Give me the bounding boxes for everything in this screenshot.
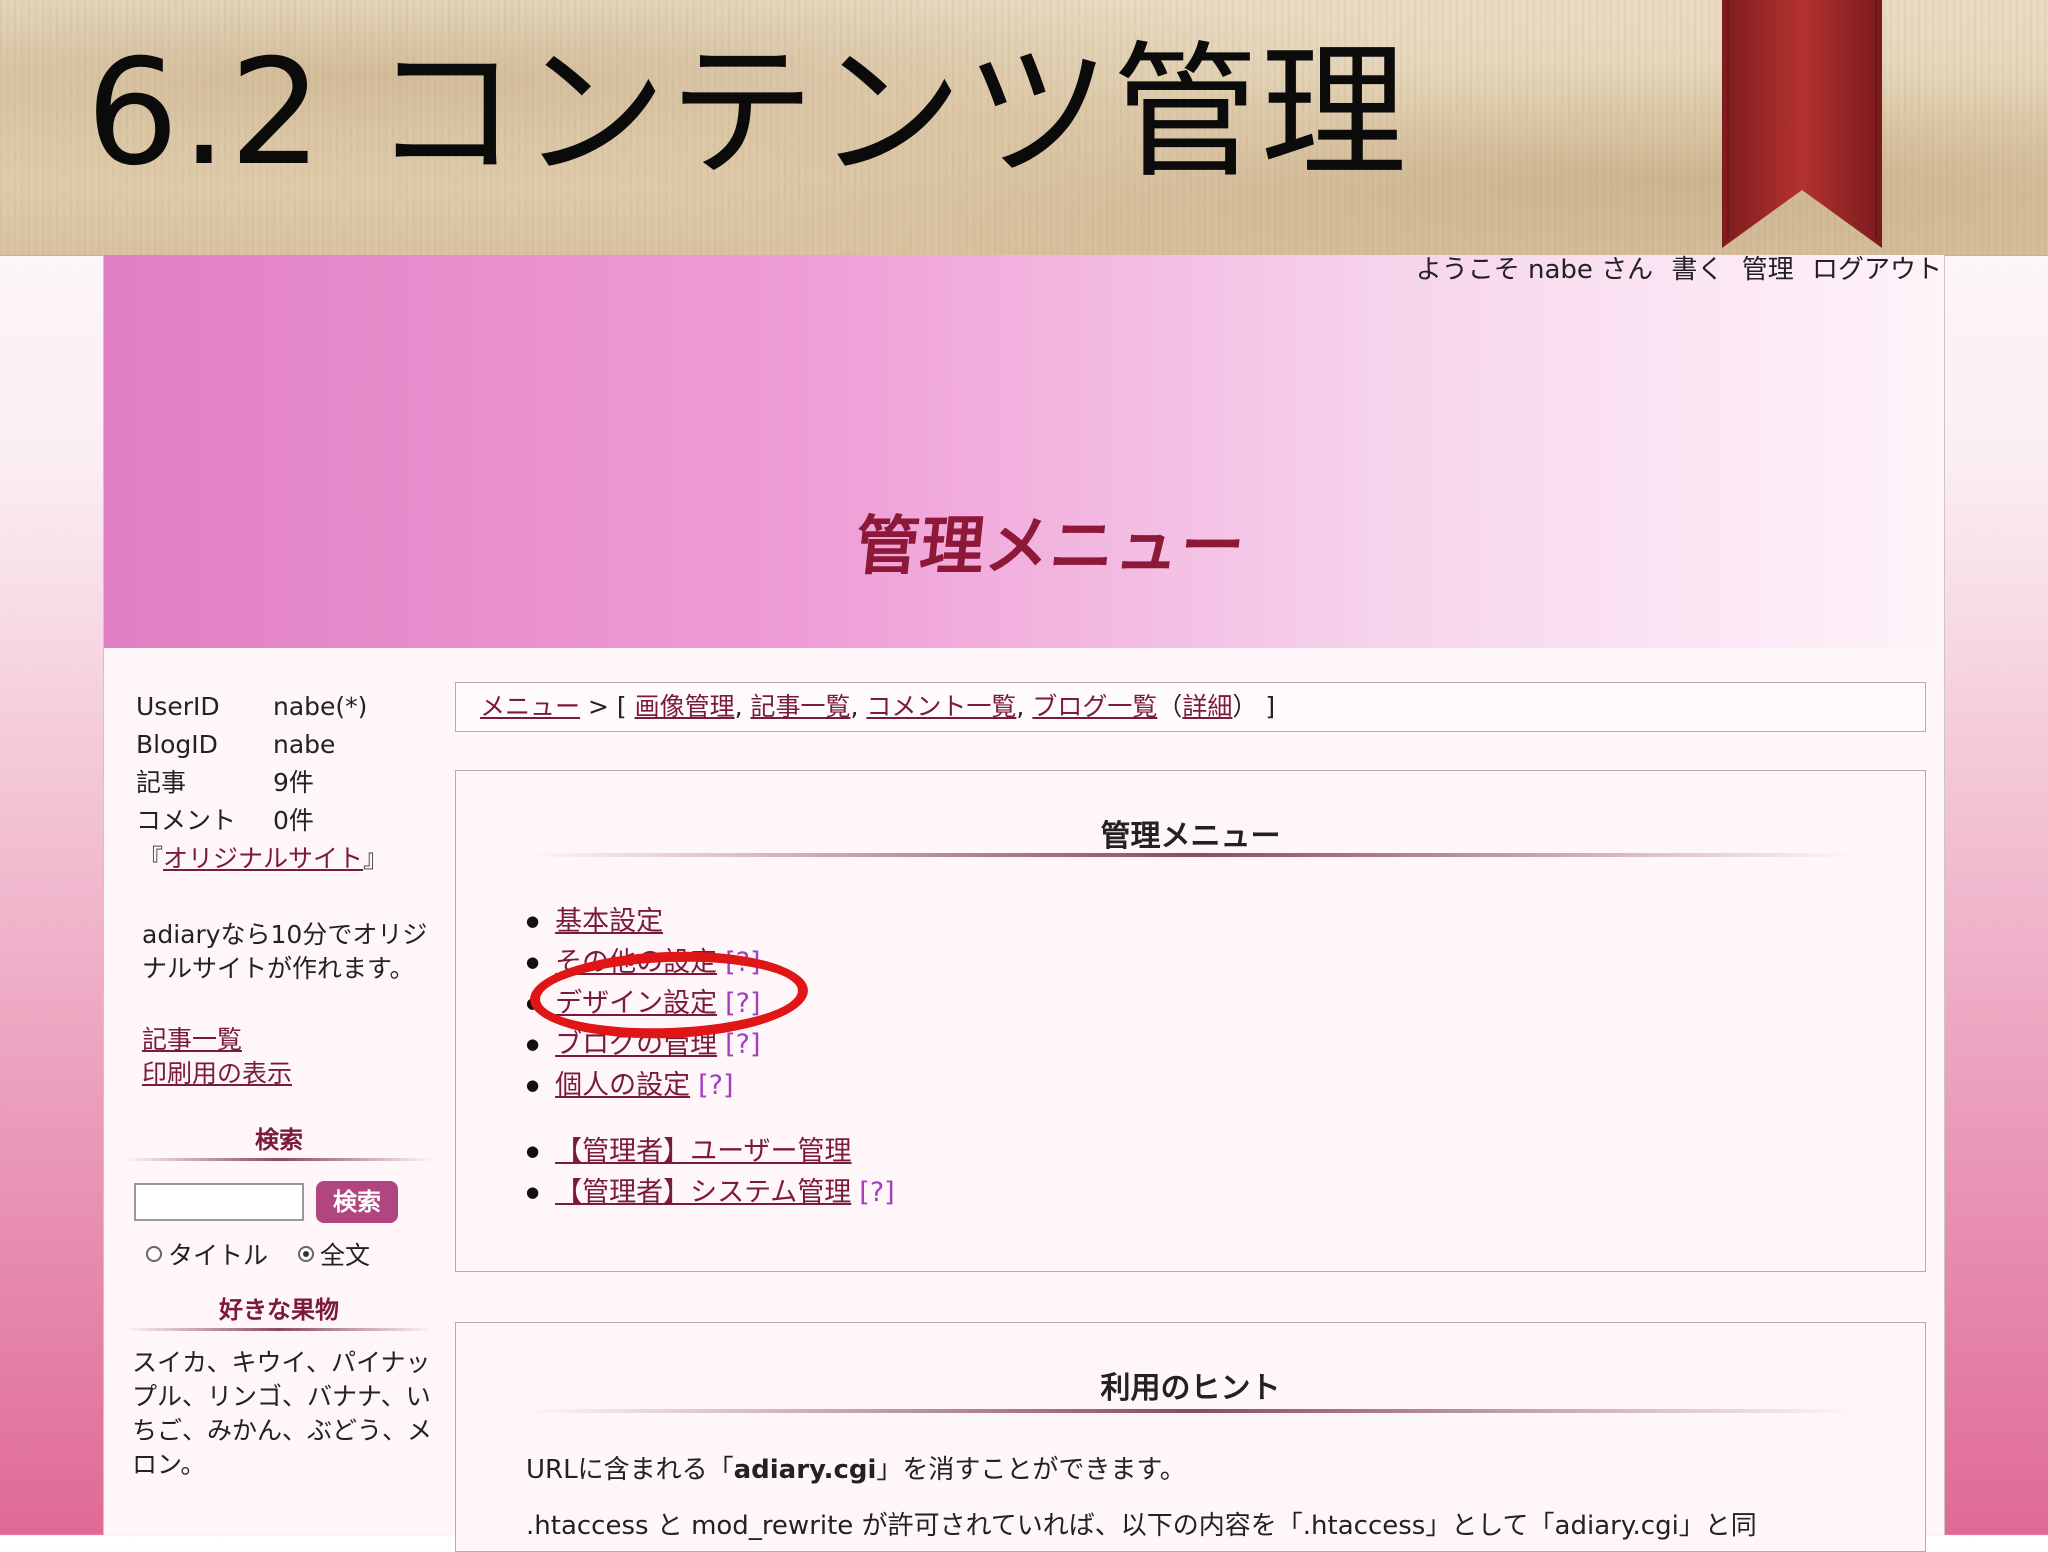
profile-row: 記事 9件: [136, 764, 367, 802]
image-manage-link[interactable]: 画像管理: [635, 692, 735, 721]
profile-key: コメント: [136, 806, 237, 835]
radio-icon[interactable]: [146, 1246, 162, 1262]
welcome-text: ようこそ nabe さん: [1415, 255, 1654, 285]
help-link[interactable]: [?]: [859, 1172, 894, 1213]
basic-settings-link[interactable]: 基本設定: [555, 901, 663, 942]
breadcrumb: メニュー > [ 画像管理, 記事一覧, コメント一覧, ブログ一覧（詳細） ]: [455, 682, 1926, 732]
profile-row: BlogID nabe: [136, 726, 367, 764]
personal-settings-link[interactable]: 個人の設定: [555, 1065, 690, 1106]
breadcrumb-end: ]: [1257, 692, 1276, 721]
radio-fulltext-label: 全文: [320, 1241, 371, 1270]
quote-close: 』: [363, 844, 389, 873]
fruits-text: スイカ、キウイ、パイナップル、リンゴ、バナナ、いちご、みかん、ぶどう、メロン。: [132, 1348, 433, 1479]
comment-list-link[interactable]: コメント一覧: [866, 692, 1016, 721]
profile-value: 9件: [273, 768, 314, 797]
radio-fulltext[interactable]: 全文: [298, 1236, 370, 1272]
system-admin-link[interactable]: 【管理者】システム管理: [555, 1172, 851, 1213]
user-nav: ようこそ nabe さん 書く 管理 ログアウト: [1406, 255, 1942, 285]
profile-table: UserID nabe(*) BlogID nabe 記事 9件 コメント 0件: [136, 688, 367, 840]
profile-value: nabe(*): [273, 692, 368, 721]
radio-selected-icon[interactable]: [298, 1246, 315, 1262]
menu-item-system-admin: 【管理者】システム管理[?]: [526, 1172, 895, 1213]
manage-link[interactable]: 管理: [1742, 255, 1794, 285]
detail-link[interactable]: 詳細: [1182, 692, 1232, 721]
search-button[interactable]: 検索: [316, 1181, 398, 1223]
promo-text: adiaryなら10分でオリジナルサイトが作れます。: [142, 920, 428, 983]
hint-line-2: .htaccess と mod_rewrite が許可されていれば、以下の内容を…: [526, 1511, 1757, 1541]
hint-bold: adiary.cgi: [733, 1455, 877, 1485]
blog-banner: ようこそ nabe さん 書く 管理 ログアウト 管理メニュー: [104, 255, 1944, 648]
bookmark-ribbon-icon: [1722, 0, 1882, 248]
side-links: 記事一覧 印刷用の表示: [142, 1023, 292, 1091]
search-input[interactable]: [134, 1183, 304, 1221]
write-link[interactable]: 書く: [1671, 255, 1723, 285]
print-view-link[interactable]: 印刷用の表示: [142, 1059, 292, 1088]
admin-only-list: 【管理者】ユーザー管理 【管理者】システム管理[?]: [526, 1131, 895, 1213]
slide-title: 6.2 コンテンツ管理: [86, 28, 1409, 198]
help-link[interactable]: [?]: [698, 1065, 733, 1106]
original-site-link[interactable]: オリジナルサイト: [163, 844, 363, 873]
profile-key: BlogID: [136, 730, 218, 759]
menu-item-user-admin: 【管理者】ユーザー管理: [526, 1131, 895, 1172]
profile-key: UserID: [136, 692, 220, 721]
search-mode: タイトル 全文: [146, 1236, 370, 1272]
menu-item-personal: 個人の設定[?]: [526, 1065, 761, 1106]
user-admin-link[interactable]: 【管理者】ユーザー管理: [555, 1131, 851, 1172]
original-site: 『オリジナルサイト』: [138, 840, 388, 878]
article-list-link[interactable]: 記事一覧: [142, 1025, 242, 1054]
breadcrumb-menu-link[interactable]: メニュー: [480, 692, 580, 721]
fruits-heading: 好きな果物: [124, 1293, 434, 1331]
radio-title-label: タイトル: [168, 1241, 269, 1270]
menu-item-basic: 基本設定: [526, 901, 761, 942]
profile-row: コメント 0件: [136, 802, 367, 840]
radio-title[interactable]: タイトル: [146, 1236, 268, 1272]
hints-panel-title: 利用のヒント: [1100, 1371, 1281, 1406]
profile-row: UserID nabe(*): [136, 688, 367, 726]
profile-key: 記事: [136, 768, 187, 797]
quote-open: 『: [138, 844, 164, 873]
admin-panel-title: 管理メニュー: [1100, 819, 1281, 854]
panel-divider: [526, 1409, 1856, 1413]
search-heading: 検索: [124, 1123, 434, 1161]
profile-value: 0件: [273, 806, 314, 835]
slide-header: 6.2 コンテンツ管理: [0, 0, 2048, 256]
article-list-link[interactable]: 記事一覧: [750, 692, 850, 721]
profile-value: nabe: [273, 730, 336, 759]
hint-text: 」を消すことができます。: [876, 1455, 1186, 1485]
logout-link[interactable]: ログアウト: [1812, 255, 1942, 285]
hint-text: URLに含まれる「: [526, 1455, 734, 1485]
panel-divider: [526, 853, 1856, 857]
blog-list-link[interactable]: ブログ一覧: [1032, 692, 1157, 721]
banner-title: 管理メニュー: [851, 510, 1250, 584]
hint-line-1: URLに含まれる「adiary.cgi」を消すことができます。: [526, 1449, 1186, 1486]
breadcrumb-separator: > [: [580, 692, 635, 721]
hints-panel: 利用のヒント URLに含まれる「adiary.cgi」を消すことができます。 .…: [455, 1322, 1926, 1552]
sidebar: UserID nabe(*) BlogID nabe 記事 9件 コメント 0件 『オリ…: [104, 648, 444, 1535]
